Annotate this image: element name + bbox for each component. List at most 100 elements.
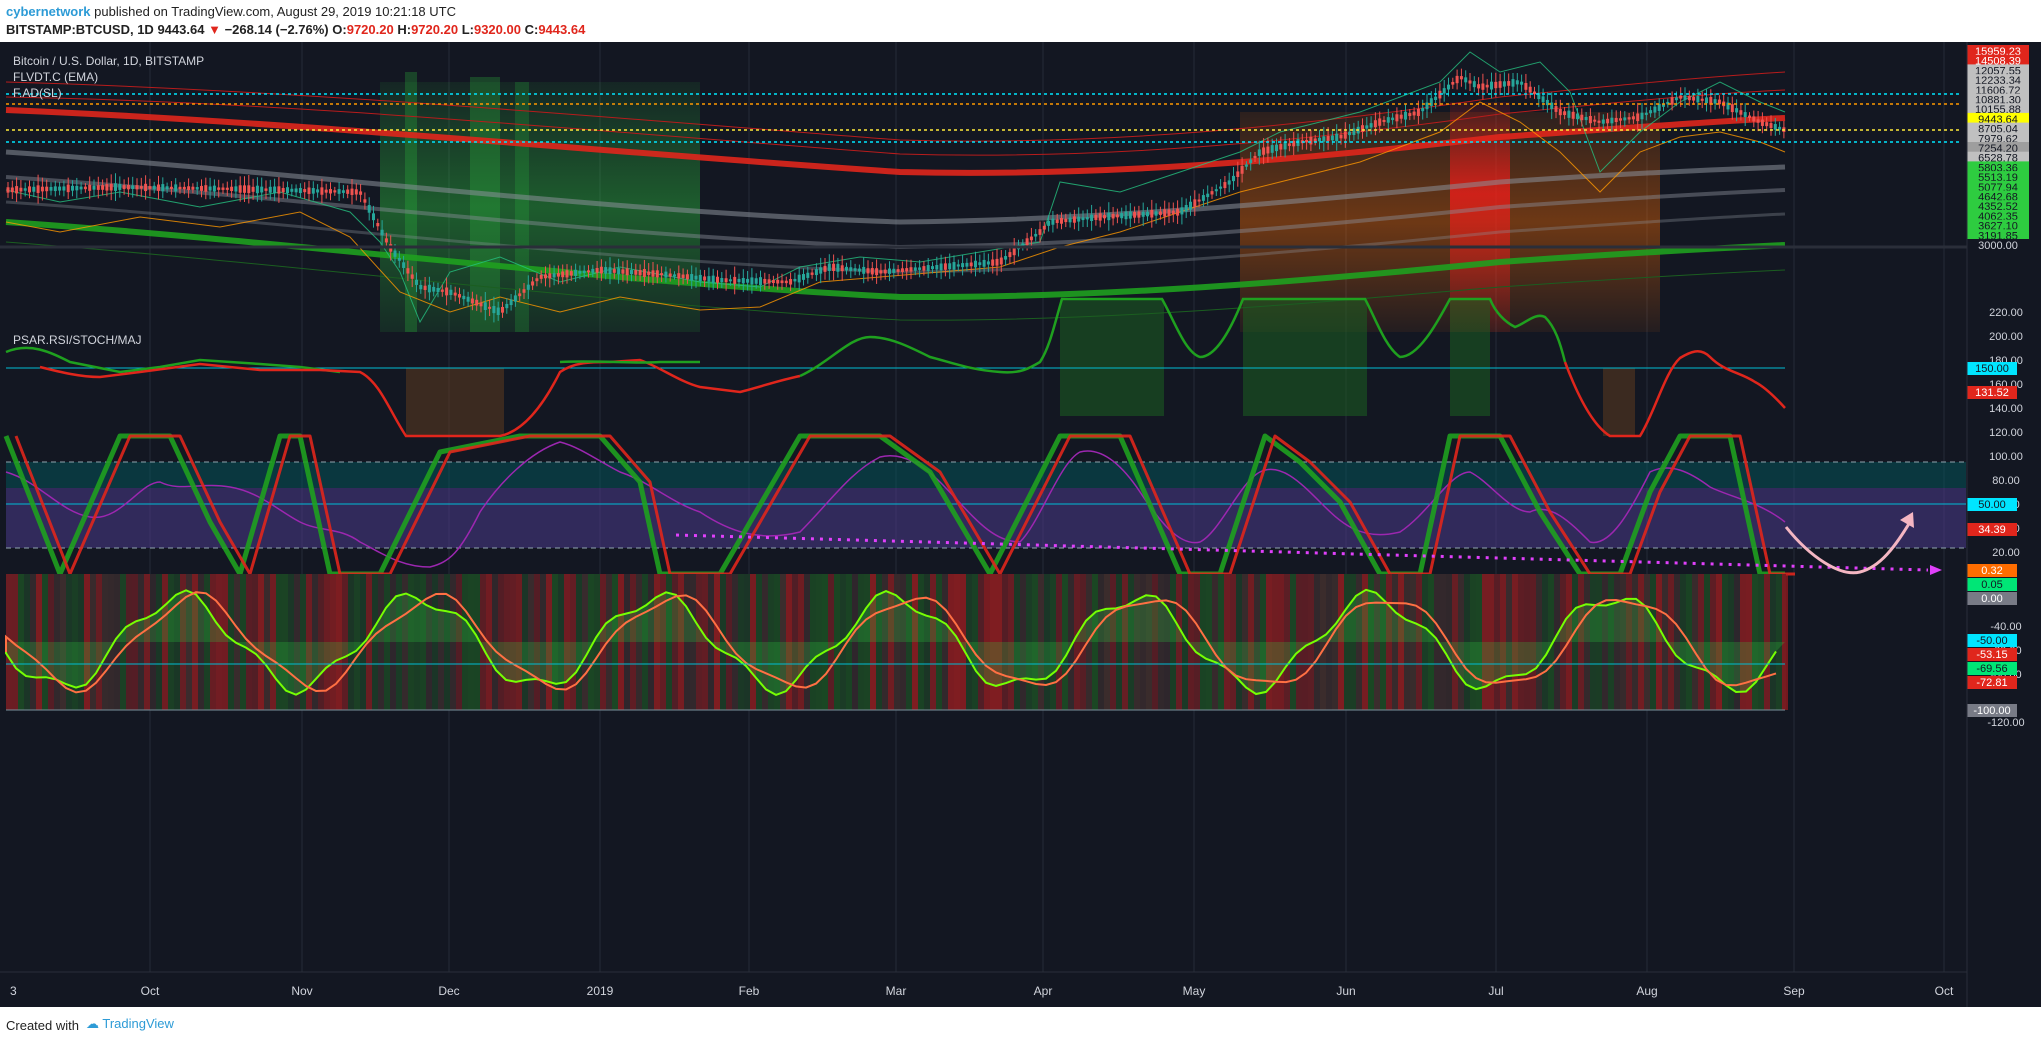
- candle-body: [827, 263, 831, 271]
- candle-body: [28, 186, 31, 193]
- time-axis-label[interactable]: Nov: [291, 984, 312, 998]
- psar-brown-zone: [406, 368, 504, 436]
- candle-body: [961, 263, 965, 268]
- time-axis-label[interactable]: Jun: [1336, 984, 1355, 998]
- candle-body: [1636, 113, 1640, 122]
- time-axis-label[interactable]: Mar: [886, 984, 907, 998]
- candle-body: [1765, 122, 1769, 127]
- osc-axis-tag[interactable]: 0.00: [1967, 592, 2017, 605]
- candle-body: [483, 302, 487, 311]
- candle-body: [1382, 119, 1386, 123]
- osc-axis-tag[interactable]: 50.00: [1967, 498, 2017, 511]
- candle-body: [1313, 138, 1317, 142]
- candle-body: [1305, 139, 1309, 143]
- author-link[interactable]: cybernetwork: [6, 4, 91, 19]
- candle-body: [1047, 220, 1051, 226]
- candle-body: [673, 274, 676, 277]
- candle-body: [488, 306, 492, 309]
- osc-axis-tag[interactable]: -50.00: [1967, 634, 2017, 647]
- osc-axis-tick: 100.00: [1989, 451, 2023, 463]
- candle-body: [1653, 106, 1657, 113]
- candle-body: [888, 268, 891, 274]
- osc-axis-tag[interactable]: 0.32: [1967, 564, 2017, 577]
- osc-axis-tag[interactable]: 34.39: [1967, 523, 2017, 536]
- candle-body: [1576, 113, 1579, 120]
- main-pane-title[interactable]: Bitcoin / U.S. Dollar, 1D, BITSTAMP: [13, 54, 204, 68]
- change-down-icon: ▼: [208, 22, 221, 37]
- time-axis-label[interactable]: Dec: [438, 984, 459, 998]
- indicator-flvdt-label[interactable]: FLVDT.C (EMA): [13, 70, 98, 84]
- indicator-fad-label[interactable]: F.AD(SL): [13, 86, 62, 100]
- candle-body: [1580, 114, 1584, 121]
- candle-body: [1343, 131, 1347, 139]
- osc-axis-tag[interactable]: -69.56: [1967, 662, 2017, 675]
- candle-body: [1038, 229, 1042, 235]
- candle-body: [1386, 117, 1390, 123]
- time-axis-label[interactable]: May: [1183, 984, 1206, 998]
- osc-axis-tag[interactable]: -53.15: [1967, 648, 2017, 661]
- candle-body: [118, 184, 122, 190]
- candle-body: [195, 187, 199, 190]
- price-axis[interactable]: 15959.2314508.3912057.5512233.3411606.72…: [1967, 45, 2029, 729]
- candle-body: [1094, 214, 1098, 220]
- candle-body: [810, 272, 814, 275]
- oscillator-pane[interactable]: [3, 297, 1966, 711]
- candle-body: [608, 267, 612, 275]
- candle-body: [204, 185, 208, 192]
- time-axis-label[interactable]: Oct: [1935, 984, 1954, 998]
- candle-body: [1266, 146, 1270, 154]
- time-axis-label[interactable]: Sep: [1783, 984, 1805, 998]
- svg-text:34.39: 34.39: [1978, 524, 2006, 536]
- candle-body: [75, 185, 79, 191]
- candle-body: [1051, 218, 1055, 225]
- time-axis-label[interactable]: Apr: [1034, 984, 1053, 998]
- candle-body: [965, 262, 969, 267]
- tradingview-logo-icon[interactable]: ☁ TradingView: [86, 1016, 174, 1032]
- candle-body: [1210, 191, 1214, 195]
- osc-axis-tick: 20.00: [1992, 547, 2020, 559]
- candle-body: [703, 276, 707, 281]
- time-axis-label[interactable]: 3: [10, 984, 17, 998]
- price-axis-tag[interactable]: 3000.00: [1967, 239, 2029, 252]
- candle-body: [599, 266, 603, 274]
- osc-axis-tag[interactable]: 131.52: [1967, 386, 2017, 399]
- osc-axis-tag[interactable]: 0.05: [1967, 578, 2017, 591]
- candle-body: [324, 189, 328, 193]
- candle-body: [750, 277, 754, 285]
- osc-axis-tag[interactable]: -72.81: [1967, 676, 2017, 689]
- osc-axis-tag[interactable]: 150.00: [1967, 362, 2017, 375]
- candle-body: [956, 264, 960, 267]
- osc-axis-tag[interactable]: -100.00: [1967, 704, 2017, 717]
- low-value: 9320.00: [473, 22, 521, 37]
- candle-body: [1748, 115, 1751, 118]
- candle-body: [53, 186, 57, 192]
- candle-body: [1322, 136, 1326, 142]
- time-axis-label[interactable]: Oct: [141, 984, 160, 998]
- time-axis-label[interactable]: Jul: [1488, 984, 1503, 998]
- candle-body: [208, 186, 212, 191]
- candle-body: [638, 270, 642, 276]
- candle-body: [1012, 247, 1016, 256]
- time-axis[interactable]: 3 Oct Nov Dec 2019 Feb Mar Apr May Jun Jul Aug Sep Oc…: [10, 984, 1954, 998]
- candle-body: [1597, 120, 1601, 123]
- candle-body: [849, 267, 853, 271]
- candle-body: [634, 270, 638, 275]
- candle-body: [1240, 166, 1244, 174]
- candle-body: [363, 199, 367, 203]
- price-pane[interactable]: [0, 51, 1967, 332]
- stoch-neutral-zone: [6, 488, 1966, 548]
- candle-body: [746, 278, 750, 283]
- symbol-name[interactable]: BITSTAMP:BTCUSD, 1D: [6, 22, 154, 37]
- time-axis-label[interactable]: 2019: [587, 984, 614, 998]
- candle-body: [114, 183, 117, 191]
- svg-text:150.00: 150.00: [1975, 363, 2009, 375]
- chart-canvas[interactable]: 15959.2314508.3912057.5512233.3411606.72…: [0, 42, 2041, 1007]
- chart-area[interactable]: 15959.23 14508.39 12057.55 12233.34 11606.72…: [0, 42, 2041, 1007]
- candle-body: [1520, 81, 1524, 85]
- oscillator-pane-title[interactable]: PSAR.RSI/STOCH/MAJ: [13, 333, 141, 347]
- time-axis-label[interactable]: Feb: [739, 984, 760, 998]
- candle-body: [913, 267, 917, 271]
- candle-body: [1068, 217, 1072, 223]
- candle-body: [814, 269, 818, 276]
- time-axis-label[interactable]: Aug: [1636, 984, 1657, 998]
